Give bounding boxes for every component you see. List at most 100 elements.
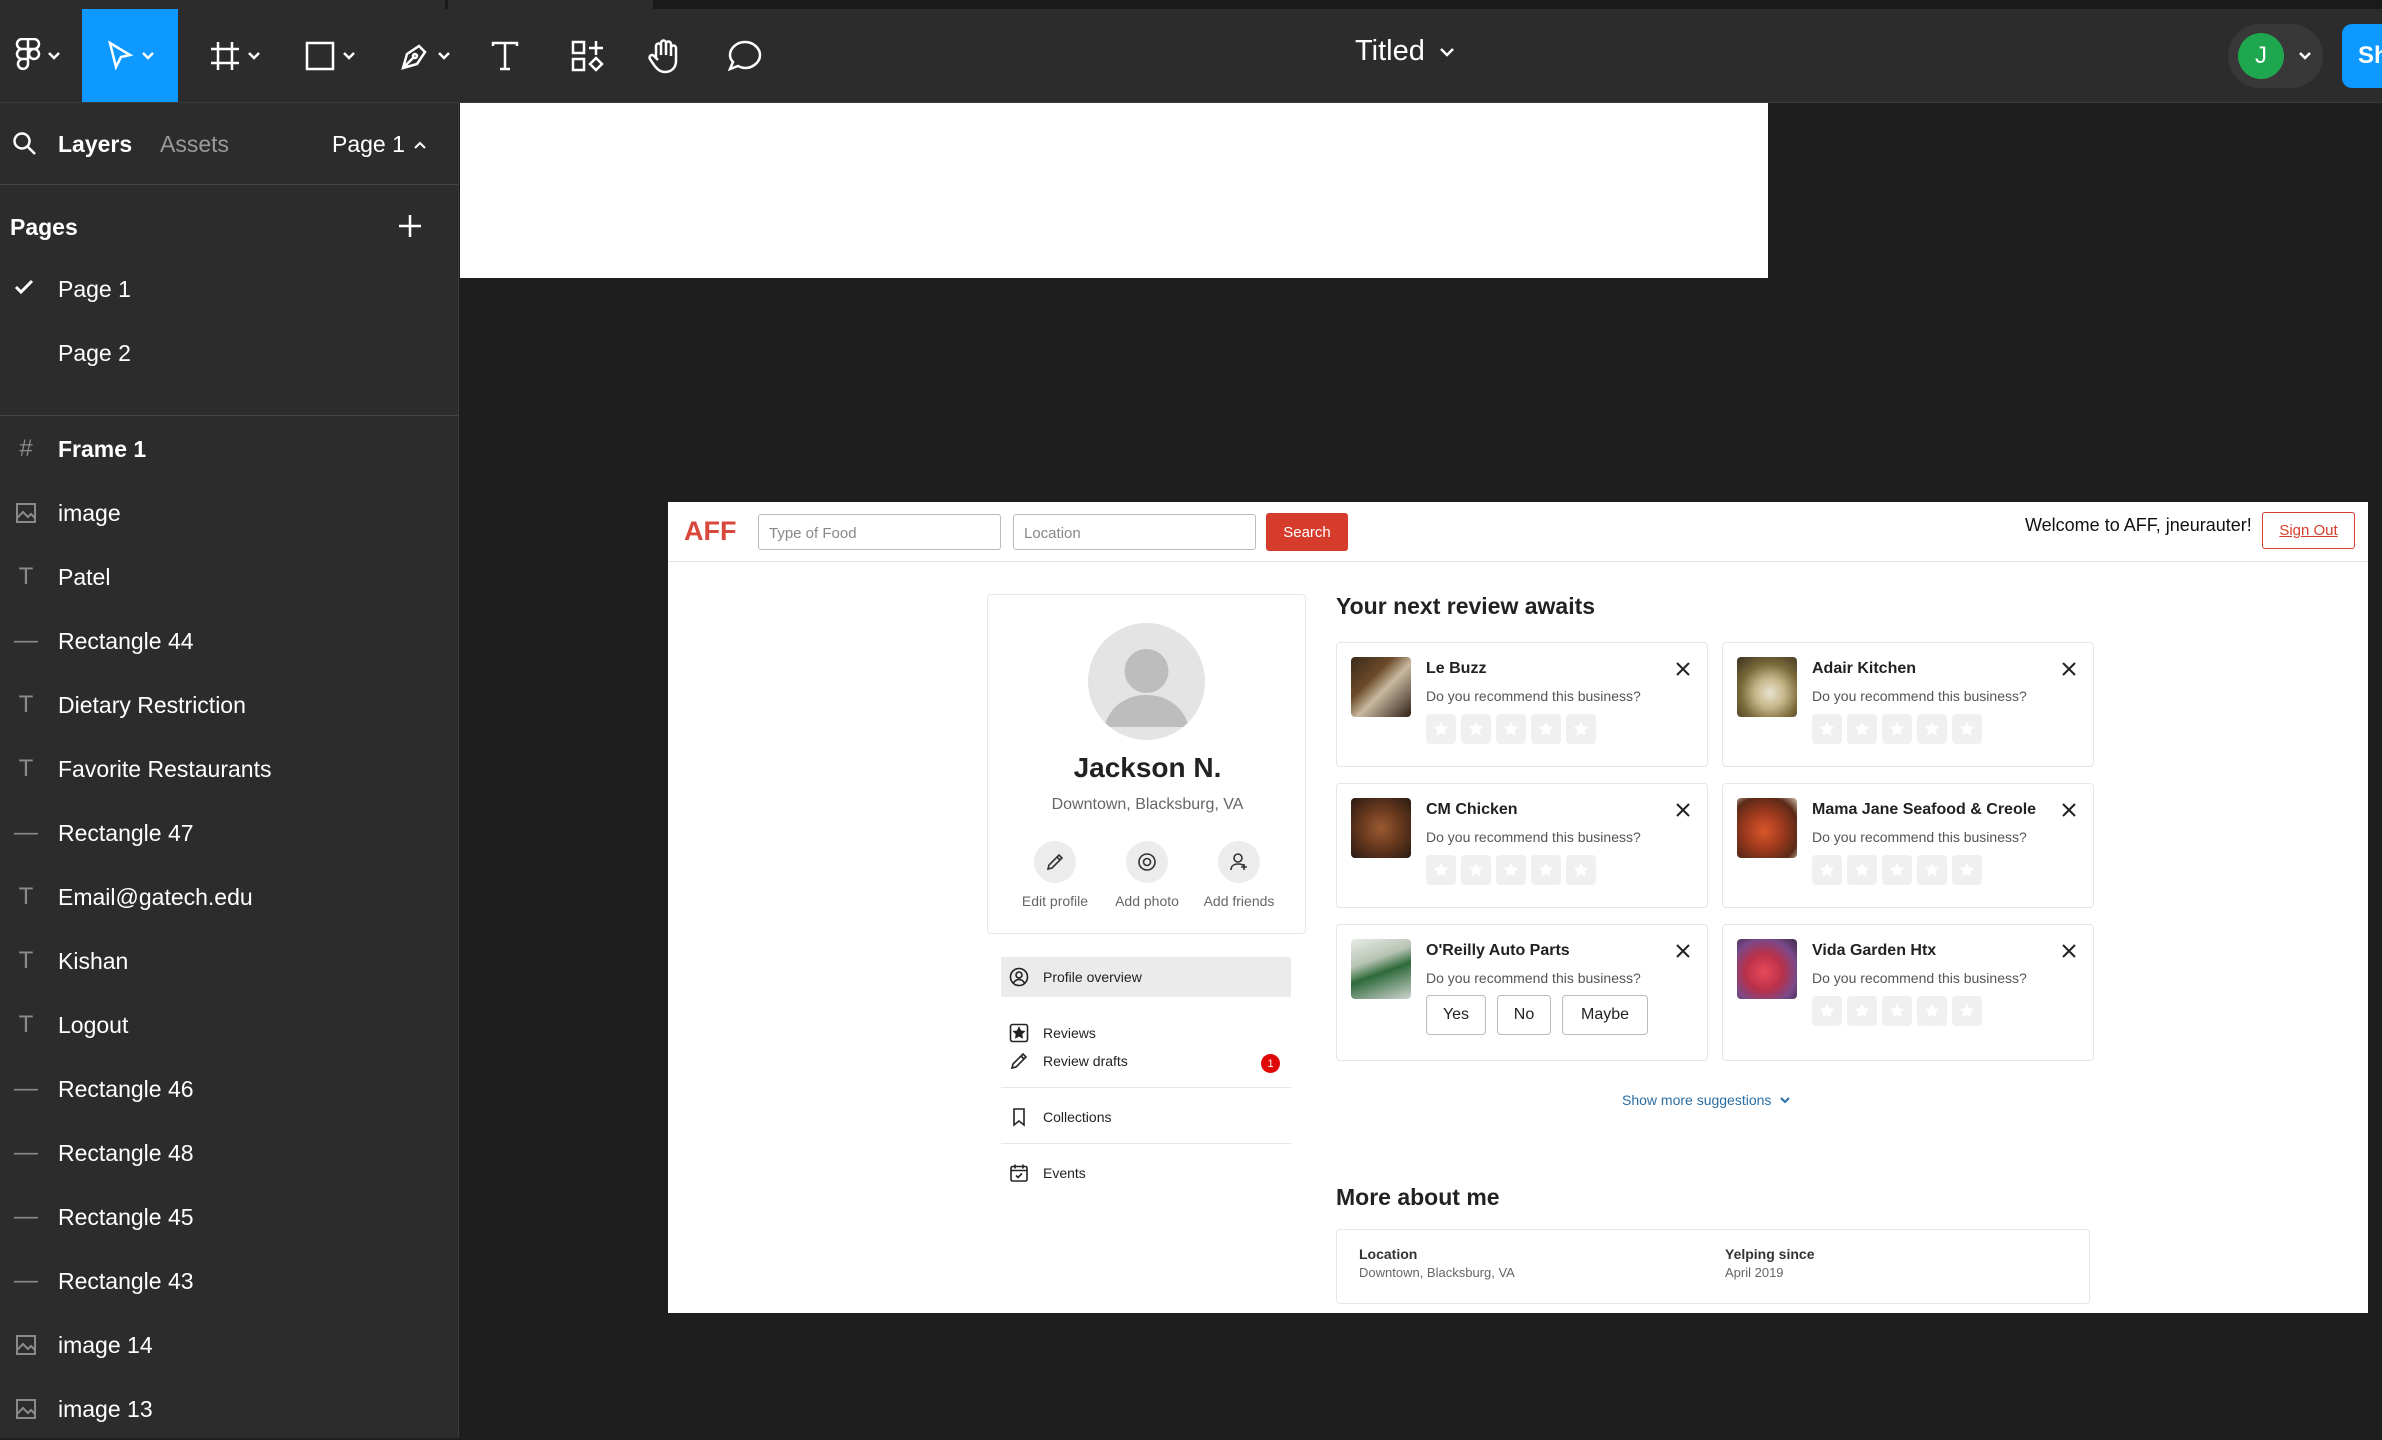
canvas[interactable]: AFF Type of Food Location Search Welcome…: [460, 103, 2382, 1438]
star-button[interactable]: [1426, 855, 1456, 885]
yes-button[interactable]: Yes: [1426, 995, 1486, 1035]
comment-tool-button[interactable]: [718, 9, 772, 102]
close-icon[interactable]: [2061, 661, 2077, 677]
star-button[interactable]: [1952, 714, 1982, 744]
no-button[interactable]: No: [1497, 995, 1551, 1035]
star-button[interactable]: [1952, 996, 1982, 1026]
menu-profile-overview[interactable]: Profile overview: [1001, 957, 1291, 997]
business-name[interactable]: Vida Garden Htx: [1812, 942, 1936, 960]
add-friends-button[interactable]: Add friends: [1189, 841, 1289, 909]
pen-tool-button[interactable]: [385, 9, 465, 102]
business-photo[interactable]: [1351, 798, 1411, 858]
layer-item[interactable]: image 13: [0, 1380, 459, 1440]
sign-out-button[interactable]: Sign Out: [2262, 512, 2355, 549]
page-item-page-2[interactable]: Page 2: [0, 326, 459, 382]
star-button[interactable]: [1566, 855, 1596, 885]
design-frame[interactable]: AFF Type of Food Location Search Welcome…: [668, 502, 2368, 1313]
menu-collections[interactable]: Collections: [1001, 1097, 1291, 1137]
move-tool-button[interactable]: [82, 9, 178, 102]
layer-item[interactable]: — Rectangle 43: [0, 1252, 459, 1312]
share-button[interactable]: Sh: [2342, 24, 2382, 88]
tab-assets[interactable]: Assets: [160, 131, 229, 158]
business-name[interactable]: Mama Jane Seafood & Creole: [1812, 801, 2036, 819]
search-button[interactable]: Search: [1266, 513, 1348, 551]
frame-tool-button[interactable]: [195, 9, 275, 102]
star-button[interactable]: [1461, 714, 1491, 744]
close-icon[interactable]: [1675, 802, 1691, 818]
close-icon[interactable]: [2061, 802, 2077, 818]
tab-layers[interactable]: Layers: [58, 131, 132, 158]
business-photo[interactable]: [1351, 939, 1411, 999]
page-selector[interactable]: Page 1: [332, 131, 427, 158]
star-button[interactable]: [1461, 855, 1491, 885]
divider: [1001, 1143, 1291, 1144]
layer-item[interactable]: T Favorite Restaurants: [0, 740, 459, 800]
layer-item[interactable]: # Frame 1: [0, 420, 459, 480]
business-name[interactable]: O'Reilly Auto Parts: [1426, 942, 1570, 960]
maybe-button[interactable]: Maybe: [1562, 995, 1648, 1035]
star-button[interactable]: [1882, 714, 1912, 744]
star-button[interactable]: [1917, 996, 1947, 1026]
star-button[interactable]: [1812, 714, 1842, 744]
star-button[interactable]: [1917, 714, 1947, 744]
main-menu-button[interactable]: [0, 9, 76, 102]
text-tool-button[interactable]: [480, 9, 530, 102]
shape-tool-button[interactable]: [290, 9, 370, 102]
close-icon[interactable]: [2061, 943, 2077, 959]
resources-button[interactable]: [560, 9, 614, 102]
layer-item[interactable]: image 14: [0, 1316, 459, 1376]
show-more-suggestions-link[interactable]: Show more suggestions: [1622, 1092, 1791, 1108]
business-photo[interactable]: [1737, 657, 1797, 717]
star-button[interactable]: [1847, 996, 1877, 1026]
star-icon: [1573, 721, 1589, 736]
star-button[interactable]: [1882, 996, 1912, 1026]
business-photo[interactable]: [1351, 657, 1411, 717]
layer-item[interactable]: — Rectangle 44: [0, 612, 459, 672]
menu-events[interactable]: Events: [1001, 1153, 1291, 1193]
hand-tool-button[interactable]: [638, 9, 692, 102]
add-photo-button[interactable]: Add photo: [1097, 841, 1197, 909]
add-page-plus-icon[interactable]: [397, 213, 423, 239]
star-button[interactable]: [1531, 855, 1561, 885]
star-button[interactable]: [1882, 855, 1912, 885]
layer-item[interactable]: — Rectangle 45: [0, 1188, 459, 1248]
business-name[interactable]: Le Buzz: [1426, 660, 1486, 678]
blank-frame[interactable]: [460, 103, 1768, 278]
star-button[interactable]: [1531, 714, 1561, 744]
layer-item[interactable]: image: [0, 484, 459, 544]
business-photo[interactable]: [1737, 798, 1797, 858]
star-button[interactable]: [1566, 714, 1596, 744]
star-button[interactable]: [1496, 855, 1526, 885]
menu-review-drafts[interactable]: Review drafts 1: [1001, 1041, 1291, 1081]
file-title-button[interactable]: Titled: [1355, 35, 1455, 68]
star-button[interactable]: [1952, 855, 1982, 885]
close-icon[interactable]: [1675, 661, 1691, 677]
layer-item[interactable]: — Rectangle 47: [0, 804, 459, 864]
star-button[interactable]: [1812, 855, 1842, 885]
business-photo[interactable]: [1737, 939, 1797, 999]
edit-profile-button[interactable]: Edit profile: [1005, 841, 1105, 909]
star-button[interactable]: [1812, 996, 1842, 1026]
star-button[interactable]: [1917, 855, 1947, 885]
business-name[interactable]: Adair Kitchen: [1812, 660, 1916, 678]
food-type-input[interactable]: Type of Food: [758, 514, 1001, 550]
star-button[interactable]: [1847, 714, 1877, 744]
layer-item[interactable]: T Dietary Restriction: [0, 676, 459, 736]
star-button[interactable]: [1847, 855, 1877, 885]
star-icon: [1889, 862, 1905, 877]
location-input[interactable]: Location: [1013, 514, 1256, 550]
app-logo[interactable]: AFF: [684, 516, 736, 547]
layer-item[interactable]: T Kishan: [0, 932, 459, 992]
star-button[interactable]: [1496, 714, 1526, 744]
search-icon[interactable]: [12, 131, 38, 157]
layer-item[interactable]: T Logout: [0, 996, 459, 1056]
layer-item[interactable]: T Patel: [0, 548, 459, 608]
layer-item[interactable]: T Email@gatech.edu: [0, 868, 459, 928]
star-button[interactable]: [1426, 714, 1456, 744]
page-item-page-1[interactable]: Page 1: [0, 262, 459, 318]
business-name[interactable]: CM Chicken: [1426, 801, 1518, 819]
layer-item[interactable]: — Rectangle 46: [0, 1060, 459, 1120]
close-icon[interactable]: [1675, 943, 1691, 959]
layer-item[interactable]: — Rectangle 48: [0, 1124, 459, 1184]
user-menu-button[interactable]: J: [2228, 24, 2323, 88]
